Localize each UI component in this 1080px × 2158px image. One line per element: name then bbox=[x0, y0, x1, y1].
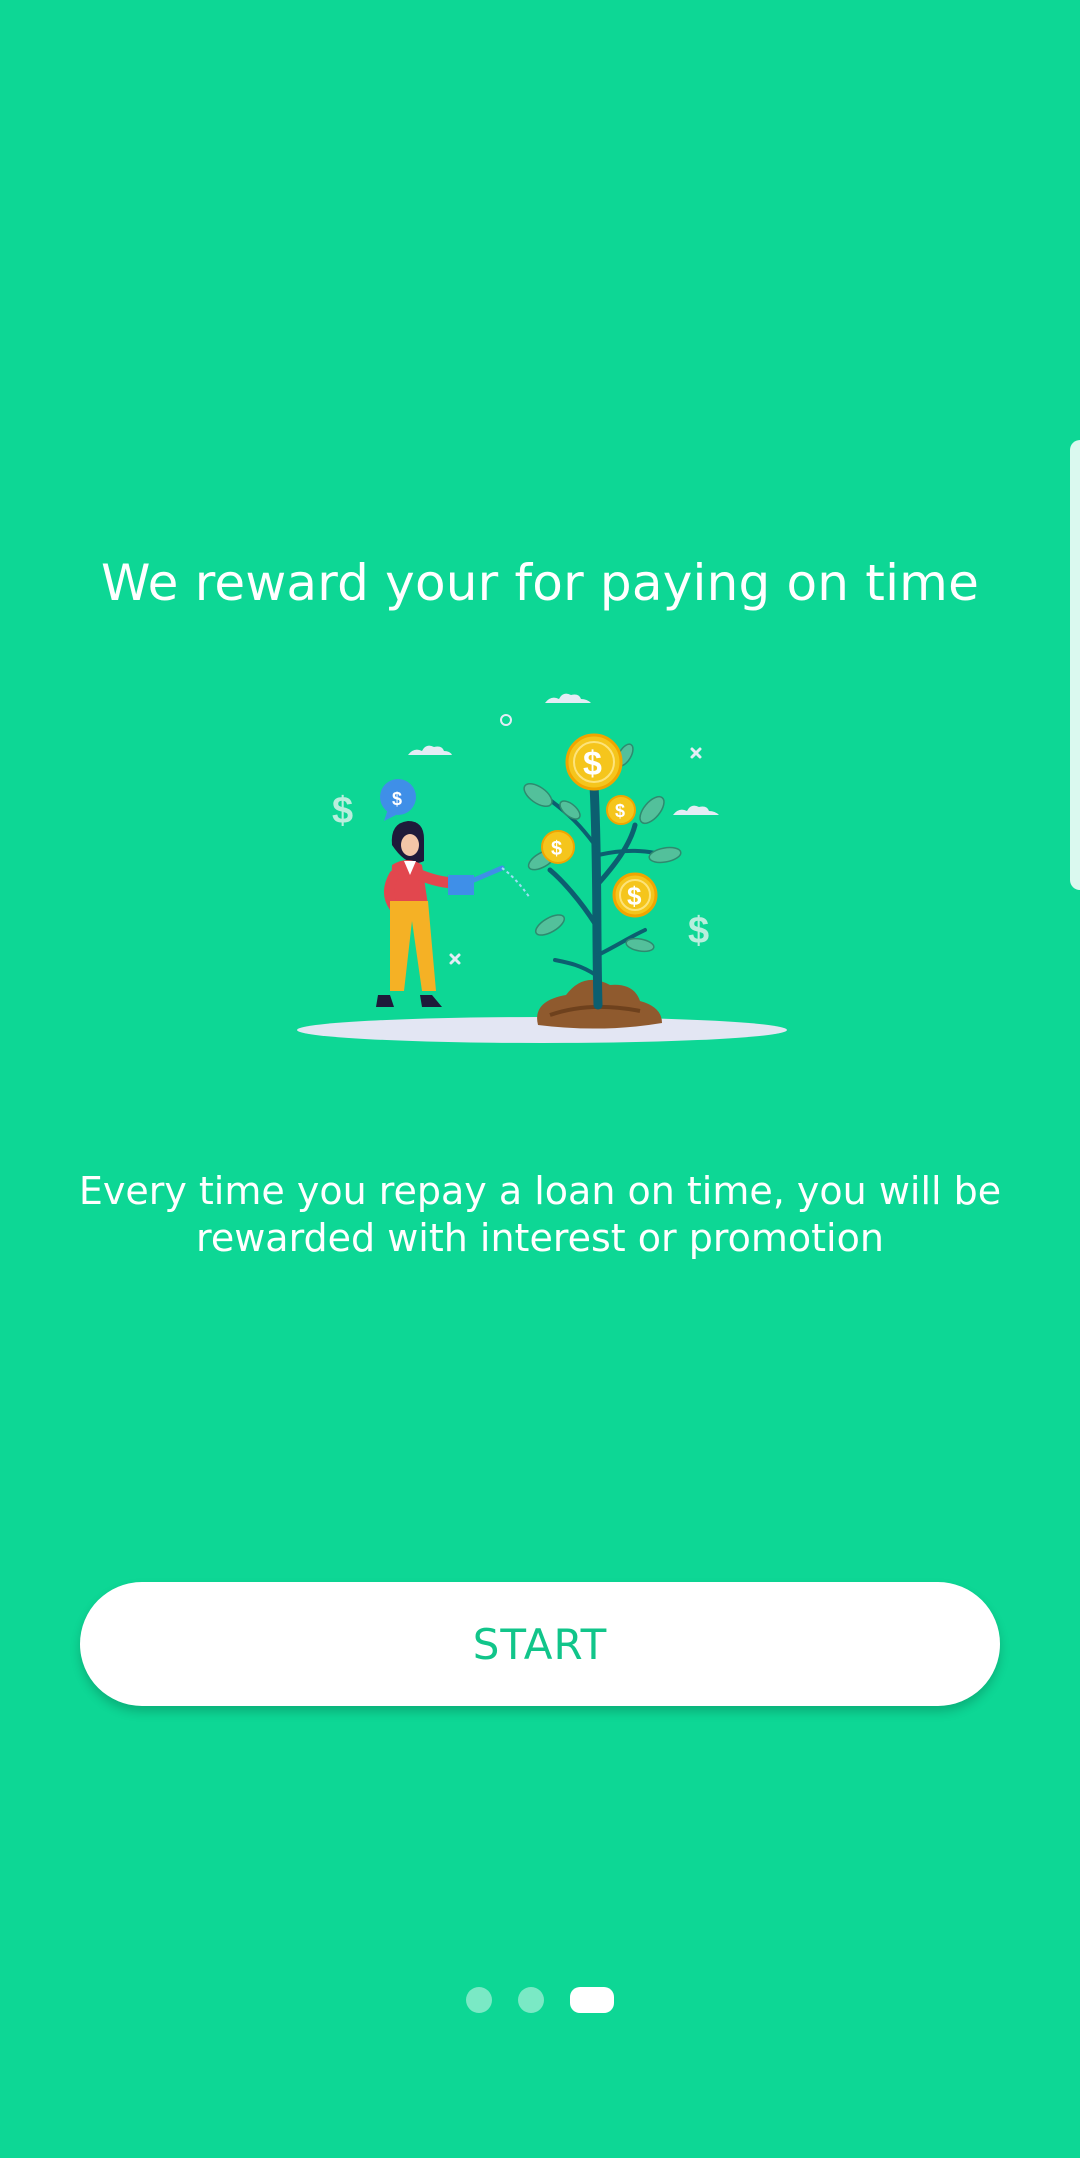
svg-text:$: $ bbox=[615, 801, 625, 821]
page-indicator bbox=[0, 1986, 1080, 2014]
svg-text:$: $ bbox=[392, 789, 402, 809]
edge-panel-handle[interactable] bbox=[1070, 440, 1080, 890]
onboarding-screen: We reward your for paying on time $ $ $ … bbox=[0, 0, 1080, 2158]
start-button[interactable]: START bbox=[80, 1582, 1000, 1706]
onboarding-description: Every time you repay a loan on time, you… bbox=[78, 1169, 1002, 1260]
svg-text:$: $ bbox=[583, 745, 602, 783]
page-indicator-dot-3-active[interactable] bbox=[570, 1987, 614, 2013]
svg-text:$: $ bbox=[688, 910, 709, 952]
money-tree-illustration: $ $ $ $ $ $ $ bbox=[280, 675, 800, 1055]
svg-text:$: $ bbox=[627, 881, 642, 911]
start-button-label: START bbox=[472, 1619, 608, 1669]
svg-text:$: $ bbox=[332, 790, 353, 832]
page-indicator-dot-1[interactable] bbox=[466, 1987, 492, 2013]
page-indicator-dot-2[interactable] bbox=[518, 1987, 544, 2013]
svg-text:$: $ bbox=[551, 838, 562, 860]
page-title: We reward your for paying on time bbox=[100, 554, 980, 612]
